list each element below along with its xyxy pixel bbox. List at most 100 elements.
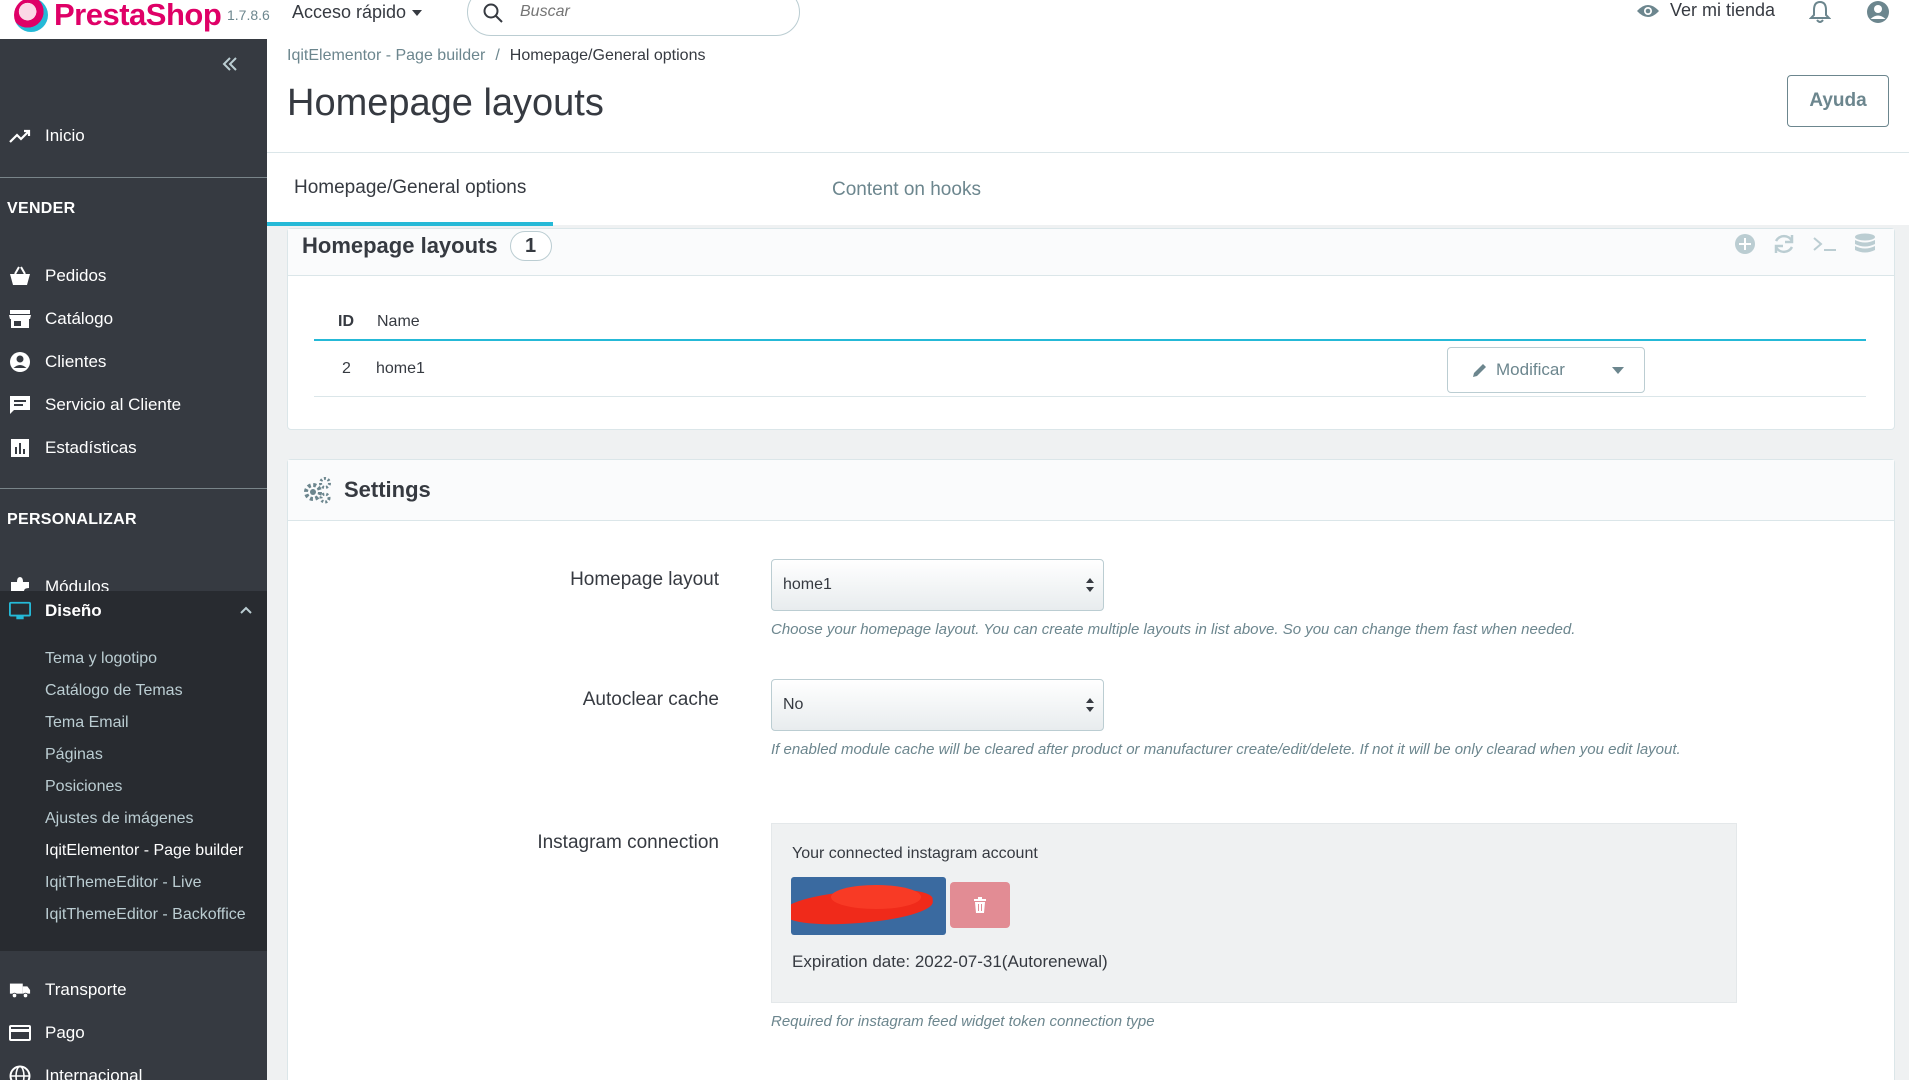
sidebar-section-vender: VENDER: [7, 200, 76, 217]
sidebar-item-catalogo[interactable]: Catálogo: [0, 299, 267, 339]
sidebar-item-inicio[interactable]: Inicio: [0, 116, 267, 156]
top-header: PrestaShop 1.7.8.6 Acceso rápido Ver mi …: [0, 0, 1909, 39]
breadcrumb-separator: /: [495, 47, 500, 64]
chat-icon: [9, 394, 31, 416]
count-badge: 1: [509, 231, 552, 261]
submenu-item-iqitthemeeditor-backoffice[interactable]: IqitThemeEditor - Backoffice: [45, 906, 246, 924]
bar-chart-icon: [9, 437, 31, 459]
basket-icon: [9, 265, 31, 287]
breadcrumb-parent-link[interactable]: IqitElementor - Page builder: [287, 47, 485, 65]
collapse-menu-icon[interactable]: [219, 53, 241, 75]
tabs-bar: Homepage/General options Content on hook…: [267, 152, 1909, 226]
search-input[interactable]: [520, 3, 770, 21]
panel-title: Homepage layouts 1: [302, 231, 552, 261]
quick-access-dropdown[interactable]: Acceso rápido: [292, 2, 423, 23]
submenu-item-iqitthemeeditor-live[interactable]: IqitThemeEditor - Live: [45, 874, 202, 892]
autoclear-cache-label: Autoclear cache: [582, 689, 719, 710]
account-icon[interactable]: [1866, 0, 1890, 24]
design-submenu: Tema y logotipo Catálogo de Temas Tema E…: [0, 631, 267, 951]
sidebar-item-pedidos[interactable]: Pedidos: [0, 256, 267, 296]
sidebar-item-label: Internacional: [45, 1066, 143, 1080]
sidebar-divider: [0, 488, 267, 489]
delete-instagram-button[interactable]: [950, 882, 1010, 928]
help-button[interactable]: Ayuda: [1787, 75, 1889, 127]
settings-panel: Settings Homepage layout home1 Choose yo…: [287, 459, 1895, 1080]
select-arrows-icon: [1086, 578, 1094, 592]
tab-content-on-hooks[interactable]: Content on hooks: [832, 153, 1008, 226]
tab-homepage-general-options[interactable]: Homepage/General options: [267, 153, 554, 226]
homepage-layout-select[interactable]: home1: [771, 559, 1104, 611]
submenu-item-paginas[interactable]: Páginas: [45, 746, 103, 764]
sql-terminal-icon[interactable]: [1812, 233, 1838, 255]
instagram-expiration: Expiration date: 2022-07-31(Autorenewal): [792, 952, 1108, 971]
instagram-connection-box: Your connected instagram account Expirat…: [771, 823, 1737, 1003]
sidebar: Inicio VENDER Pedidos Catálogo Clientes …: [0, 39, 267, 1080]
view-shop-label: Ver mi tienda: [1670, 0, 1776, 20]
pencil-icon: [1473, 364, 1486, 377]
monitor-icon: [9, 600, 31, 622]
instagram-account-button[interactable]: [791, 877, 946, 935]
refresh-icon[interactable]: [1772, 233, 1796, 255]
column-header-id[interactable]: ID: [338, 313, 354, 331]
autoclear-cache-help: If enabled module cache will be cleared …: [771, 741, 1681, 758]
select-value: home1: [783, 576, 832, 593]
sidebar-item-clientes[interactable]: Clientes: [0, 342, 267, 382]
truck-icon: [9, 979, 31, 1001]
submenu-item-iqitelementor[interactable]: IqitElementor - Page builder: [45, 842, 243, 860]
trending-up-icon: [9, 125, 31, 147]
sidebar-item-label: Inicio: [45, 126, 85, 145]
page-title: Homepage layouts: [287, 82, 604, 124]
panel-title-text: Homepage layouts: [302, 233, 498, 258]
edit-button[interactable]: Modificar: [1448, 360, 1598, 380]
view-shop-link[interactable]: Ver mi tienda: [1636, 0, 1775, 21]
select-arrows-icon: [1086, 698, 1094, 712]
prestashop-logo[interactable]: PrestaShop: [14, 0, 222, 33]
actions-dropdown-toggle[interactable]: [1612, 366, 1624, 374]
bell-icon[interactable]: [1809, 0, 1831, 24]
search-box[interactable]: [467, 0, 800, 36]
panel-heading: Homepage layouts 1: [288, 229, 1894, 276]
caret-down-icon: [412, 9, 423, 16]
row-name: home1: [376, 360, 425, 377]
user-circle-icon: [9, 351, 31, 373]
column-header-name[interactable]: Name: [377, 313, 420, 331]
submenu-item-tema-email[interactable]: Tema Email: [45, 714, 129, 732]
sidebar-item-label: Estadísticas: [45, 438, 137, 457]
sidebar-item-estadisticas[interactable]: Estadísticas: [0, 428, 267, 468]
panel-title: Settings: [302, 476, 431, 504]
instagram-help: Required for instagram feed widget token…: [771, 1013, 1155, 1030]
globe-icon: [9, 1065, 31, 1080]
row-id: 2: [342, 360, 351, 377]
submenu-item-tema-logotipo[interactable]: Tema y logotipo: [45, 650, 157, 668]
select-value: No: [783, 696, 804, 713]
sidebar-item-internacional[interactable]: Internacional: [0, 1056, 267, 1080]
breadcrumb: IqitElementor - Page builder / Homepage/…: [287, 47, 705, 65]
submenu-item-posiciones[interactable]: Posiciones: [45, 778, 122, 796]
puffin-logo-icon: [14, 0, 48, 32]
database-icon[interactable]: [1854, 233, 1876, 257]
breadcrumb-current: Homepage/General options: [509, 47, 706, 64]
sidebar-item-label: Diseño: [45, 601, 102, 620]
tab-label: Content on hooks: [832, 178, 981, 200]
credit-card-icon: [9, 1022, 31, 1044]
edit-button-label: Modificar: [1496, 360, 1565, 379]
sidebar-item-servicio-cliente[interactable]: Servicio al Cliente: [0, 385, 267, 425]
sidebar-item-label: Transporte: [45, 980, 127, 999]
row-actions-group: Modificar: [1447, 347, 1645, 393]
autoclear-cache-select[interactable]: No: [771, 679, 1104, 731]
add-new-icon[interactable]: [1734, 233, 1756, 255]
sidebar-item-pago[interactable]: Pago: [0, 1013, 267, 1053]
store-icon: [9, 308, 31, 330]
table-row[interactable]: 2 home1 Modificar: [314, 343, 1866, 397]
cogs-icon: [304, 477, 331, 504]
quick-access-label: Acceso rápido: [292, 2, 407, 22]
submenu-item-catalogo-temas[interactable]: Catálogo de Temas: [45, 682, 183, 700]
brand-name: PrestaShop: [54, 0, 222, 32]
chevron-up-icon: [240, 606, 252, 614]
sidebar-item-transporte[interactable]: Transporte: [0, 970, 267, 1010]
sidebar-item-diseno[interactable]: Diseño: [0, 591, 267, 631]
search-icon: [483, 3, 503, 23]
sidebar-item-label: Pedidos: [45, 266, 107, 285]
submenu-item-ajustes-imagenes[interactable]: Ajustes de imágenes: [45, 810, 194, 828]
sidebar-item-label: Catálogo: [45, 309, 114, 328]
